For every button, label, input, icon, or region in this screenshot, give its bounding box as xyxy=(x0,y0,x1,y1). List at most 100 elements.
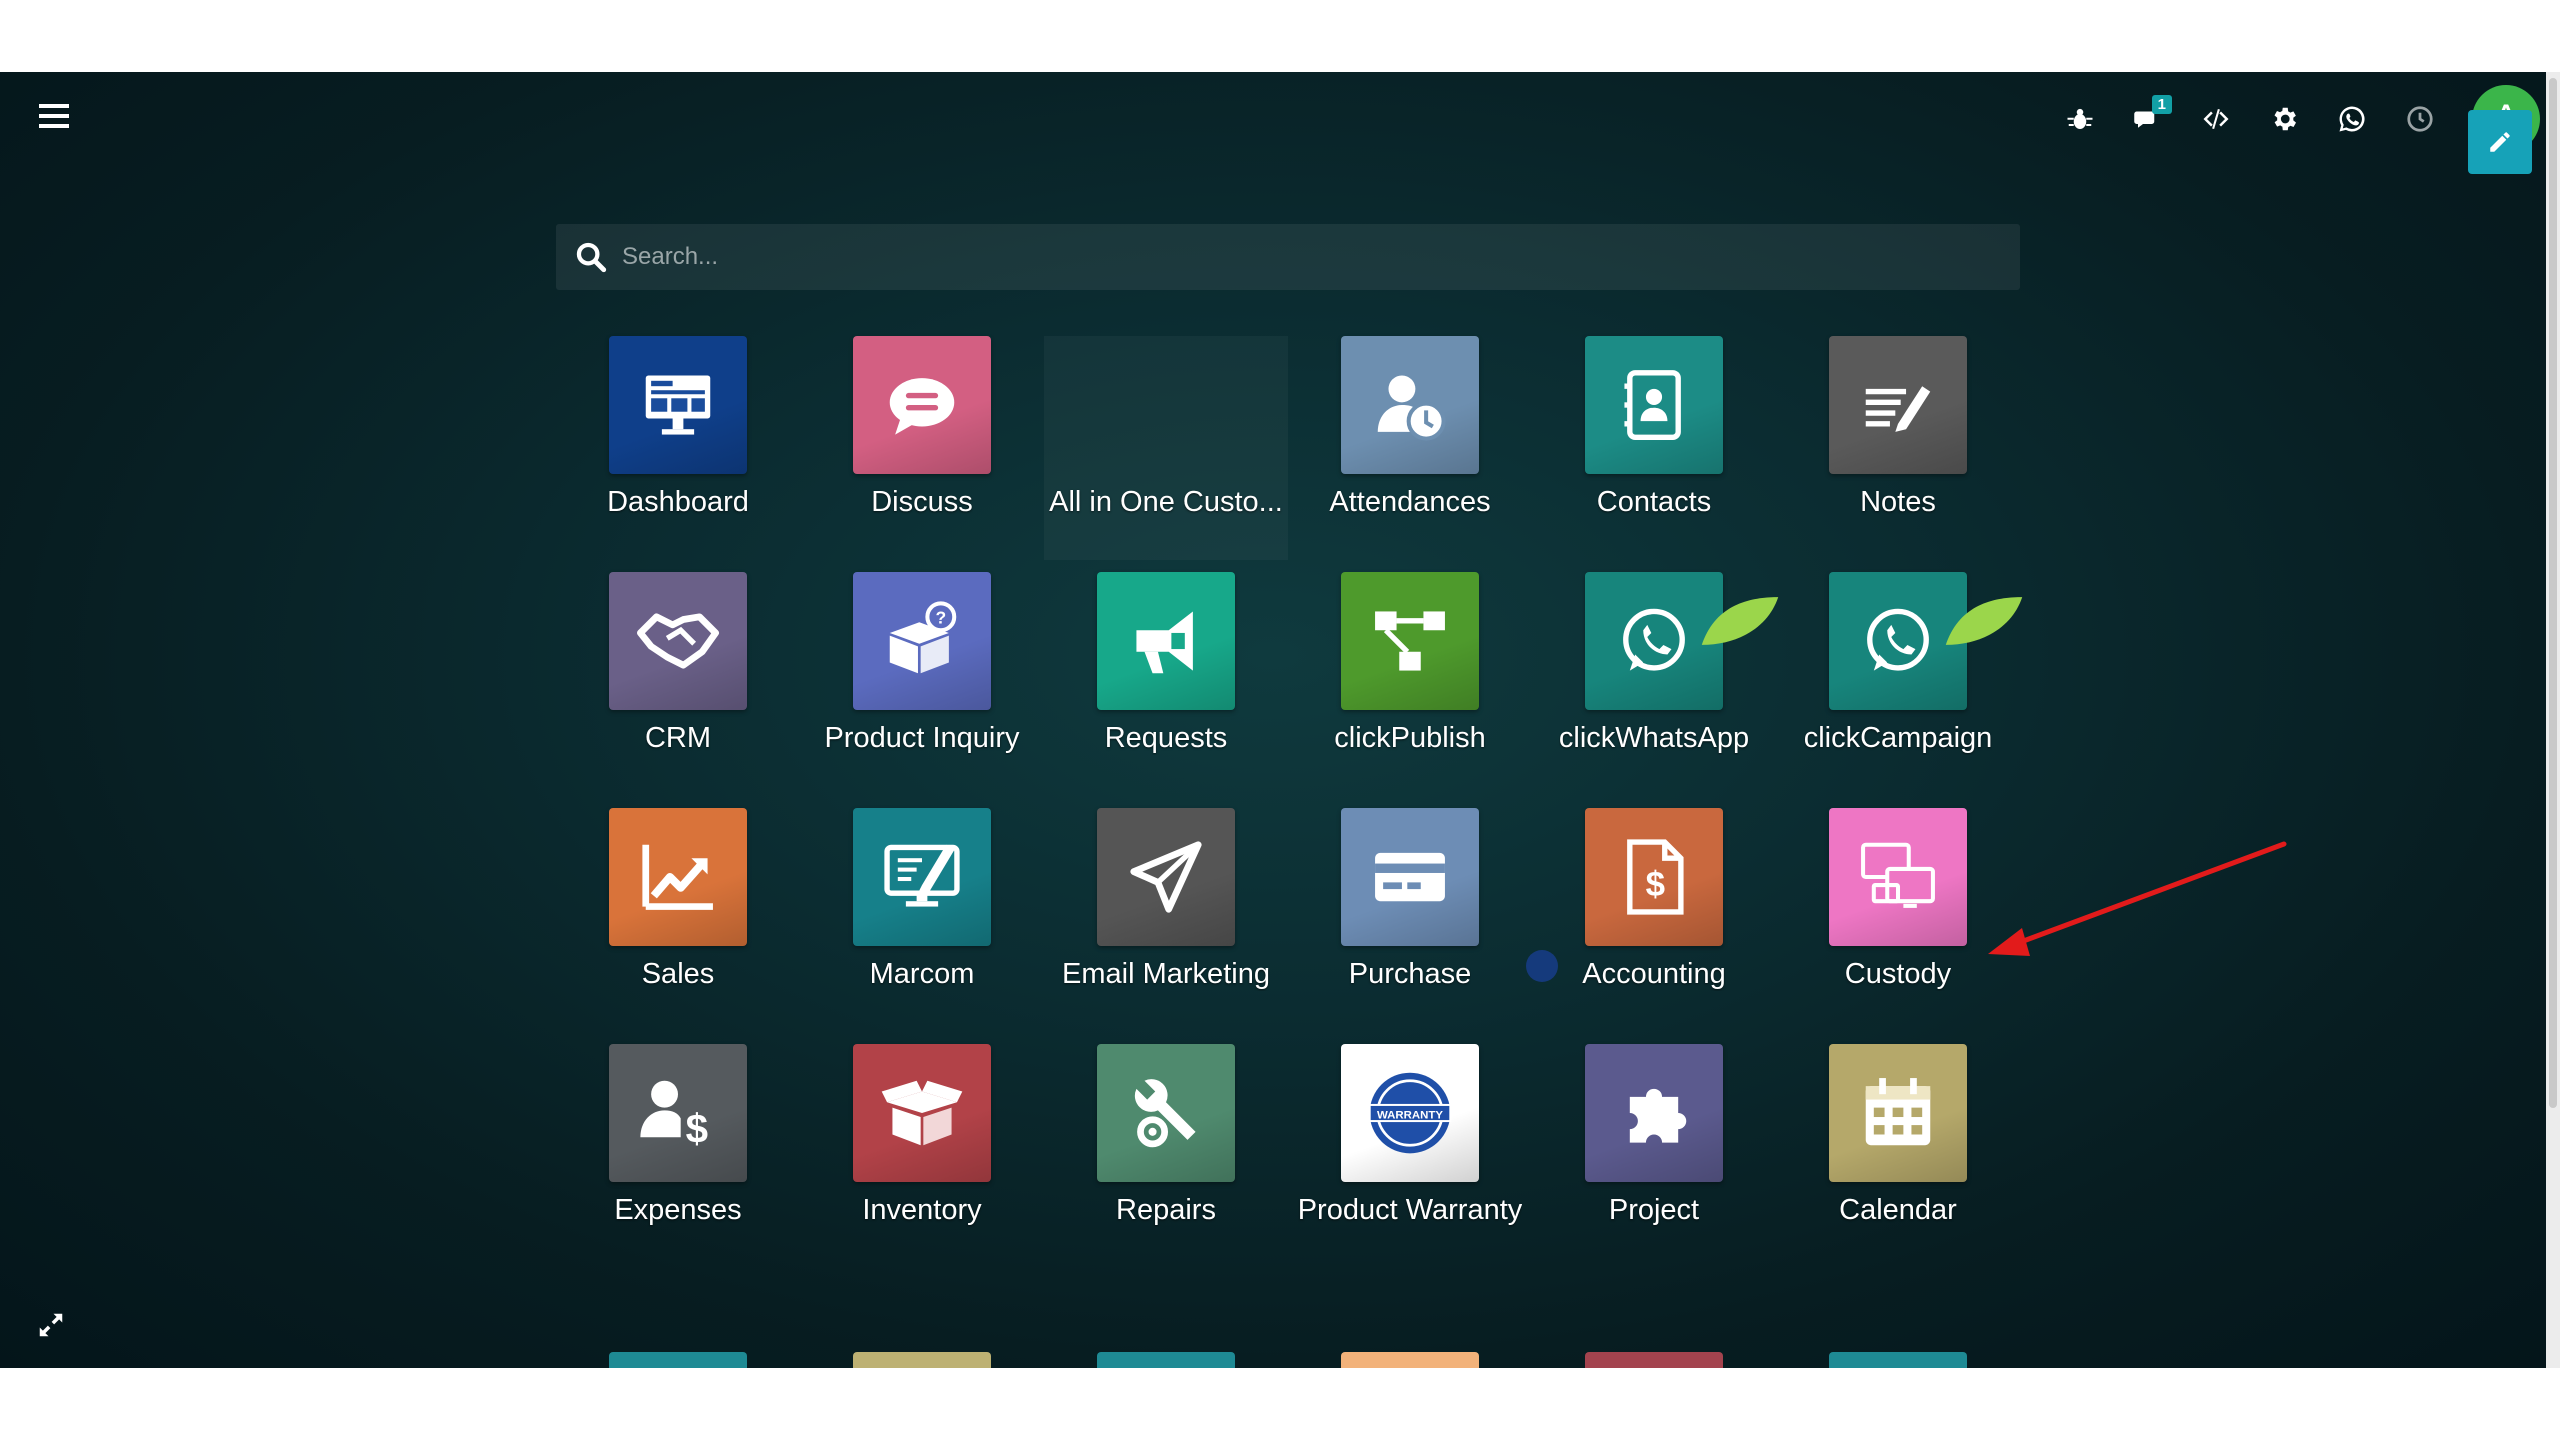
activity-button[interactable] xyxy=(2386,89,2454,149)
app-tile[interactable] xyxy=(1585,1044,1723,1182)
app-tile-partial[interactable] xyxy=(609,1352,747,1368)
app-tile[interactable] xyxy=(1585,572,1779,710)
app-label: Project xyxy=(1608,1194,1700,1226)
app-marcom[interactable]: Marcom xyxy=(800,808,1044,1032)
app-label: Repairs xyxy=(1116,1194,1216,1226)
app-tile[interactable] xyxy=(853,336,991,474)
app-tile[interactable] xyxy=(1829,1044,1967,1182)
trend-chart-icon xyxy=(635,834,721,920)
app-tile[interactable]: ? xyxy=(853,572,991,710)
app-notes[interactable]: Notes xyxy=(1776,336,2020,560)
app-tile[interactable] xyxy=(1585,336,1723,474)
app-tile[interactable] xyxy=(1097,336,1235,474)
app-tile-partial[interactable] xyxy=(1341,1352,1479,1368)
app-clickcampaign[interactable]: clickCampaign xyxy=(1776,572,2023,796)
menu-toggle-button[interactable] xyxy=(38,102,70,130)
flow-nodes-icon xyxy=(1367,598,1453,684)
debug-button[interactable] xyxy=(2046,89,2114,149)
app-tile[interactable] xyxy=(609,572,747,710)
app-tile[interactable] xyxy=(853,1044,991,1182)
app-tile[interactable] xyxy=(1829,808,1967,946)
address-book-icon xyxy=(1611,362,1697,448)
pencil-icon xyxy=(2490,132,2510,152)
app-tile[interactable] xyxy=(609,808,747,946)
app-purchase[interactable]: Purchase xyxy=(1288,808,1532,1032)
app-tile-partial[interactable] xyxy=(1585,1352,1723,1368)
svg-text:WARRANTY: WARRANTY xyxy=(1377,1109,1443,1121)
whatsapp-button[interactable] xyxy=(2318,89,2386,149)
app-tile-partial[interactable] xyxy=(853,1352,991,1368)
leaf-icon xyxy=(1697,578,1779,645)
developer-tools-button[interactable] xyxy=(2182,89,2250,149)
app-requests[interactable]: Requests xyxy=(1044,572,1288,796)
app-clickwhatsapp[interactable]: clickWhatsApp xyxy=(1532,572,1779,796)
app-tile[interactable] xyxy=(1829,572,2023,710)
edit-button[interactable] xyxy=(2468,110,2532,174)
app-email-marketing[interactable]: Email Marketing xyxy=(1044,808,1288,1032)
app-accounting[interactable]: $ Accounting xyxy=(1532,808,1776,1032)
app-label: Product Warranty xyxy=(1297,1194,1523,1226)
app-project[interactable]: Project xyxy=(1532,1044,1776,1268)
app-label: Requests xyxy=(1104,722,1228,754)
credit-card-icon xyxy=(1367,834,1453,920)
app-calendar[interactable]: Calendar xyxy=(1776,1044,2020,1268)
open-box-icon xyxy=(879,1070,965,1156)
app-tile[interactable] xyxy=(609,336,747,474)
megaphone-icon xyxy=(1123,598,1209,684)
whatsapp-icon xyxy=(1855,598,1941,684)
app-clickpublish[interactable]: clickPublish xyxy=(1288,572,1532,796)
app-label: Calendar xyxy=(1839,1194,1957,1226)
app-attendances[interactable]: Attendances xyxy=(1288,336,1532,560)
user-dollar-icon: $ xyxy=(635,1070,721,1156)
hamburger-icon xyxy=(39,104,69,128)
gear-icon xyxy=(2274,107,2296,131)
app-tile-partial[interactable] xyxy=(1829,1352,1967,1368)
app-label: CRM xyxy=(644,722,712,754)
app-inventory[interactable]: Inventory xyxy=(800,1044,1044,1268)
svg-text:$: $ xyxy=(1646,865,1665,904)
app-product-warranty[interactable]: WARRANTY Product Warranty xyxy=(1288,1044,1532,1268)
app-tile[interactable] xyxy=(1097,1044,1235,1182)
app-label: Sales xyxy=(641,958,715,990)
app-tile[interactable] xyxy=(1097,572,1235,710)
app-label: clickCampaign xyxy=(1803,722,1993,754)
app-contacts[interactable]: Contacts xyxy=(1532,336,1776,560)
app-label: Product Inquiry xyxy=(824,722,1020,754)
whatsapp-icon xyxy=(2339,106,2365,132)
app-crm[interactable]: CRM xyxy=(556,572,800,796)
app-tile[interactable] xyxy=(1341,572,1479,710)
app-tile[interactable]: $ xyxy=(609,1044,747,1182)
app-tile[interactable] xyxy=(1341,336,1479,474)
svg-text:?: ? xyxy=(935,608,946,628)
handshake-icon xyxy=(635,598,721,684)
app-tile[interactable] xyxy=(1341,808,1479,946)
cursor-highlight xyxy=(1526,950,1558,982)
box-question-icon: ? xyxy=(879,598,965,684)
wrench-gear-icon xyxy=(1123,1070,1209,1156)
app-tile-partial[interactable] xyxy=(1097,1352,1235,1368)
app-sales[interactable]: Sales xyxy=(556,808,800,1032)
app-all-in-one-custo[interactable]: All in One Custo... xyxy=(1044,336,1288,560)
app-label: All in One Custo... xyxy=(1049,486,1283,518)
app-tile[interactable] xyxy=(853,808,991,946)
app-tile[interactable] xyxy=(1829,336,1967,474)
expand-icon[interactable] xyxy=(36,1310,66,1340)
app-custody[interactable]: Custody xyxy=(1776,808,2020,1032)
app-tile[interactable] xyxy=(1097,808,1235,946)
paper-plane-icon xyxy=(1123,834,1209,920)
scrollbar-thumb[interactable] xyxy=(2549,78,2557,1108)
messages-badge: 1 xyxy=(2151,95,2172,114)
app-product-inquiry[interactable]: ? Product Inquiry xyxy=(800,572,1044,796)
app-label: Accounting xyxy=(1582,958,1726,990)
settings-button[interactable] xyxy=(2250,89,2318,149)
app-expenses[interactable]: $ Expenses xyxy=(556,1044,800,1268)
search-input[interactable] xyxy=(622,243,1922,271)
app-tile[interactable]: WARRANTY xyxy=(1341,1044,1479,1182)
messages-button[interactable]: 1 xyxy=(2114,89,2182,149)
app-dashboard[interactable]: Dashboard xyxy=(556,336,800,560)
app-repairs[interactable]: Repairs xyxy=(1044,1044,1288,1268)
bug-icon xyxy=(2067,108,2093,129)
app-tile[interactable]: $ xyxy=(1585,808,1723,946)
app-discuss[interactable]: Discuss xyxy=(800,336,1044,560)
app-label: clickPublish xyxy=(1334,722,1486,754)
